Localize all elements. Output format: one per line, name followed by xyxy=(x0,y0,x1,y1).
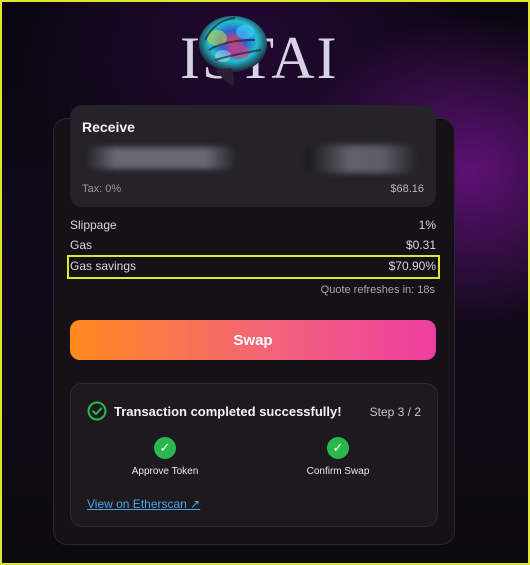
receive-amount-blurred xyxy=(86,147,236,169)
step-approve-token-label: Approve Token xyxy=(131,466,199,477)
receive-token-blurred[interactable] xyxy=(306,145,416,173)
transaction-status-panel: Transaction completed successfully! Step… xyxy=(70,383,438,527)
slippage-label: Slippage xyxy=(70,218,117,232)
swap-button[interactable]: Swap xyxy=(70,320,436,360)
etherscan-link[interactable]: View on Etherscan ↗ xyxy=(87,497,200,511)
gas-value: $0.31 xyxy=(405,238,436,252)
transaction-title: Transaction completed successfully! xyxy=(114,404,342,419)
slippage-value: 1% xyxy=(418,218,436,232)
gas-savings-highlight xyxy=(67,255,440,279)
gas-label: Gas xyxy=(70,238,93,252)
check-circle-icon xyxy=(87,401,107,421)
check-icon: ✓ xyxy=(327,437,349,459)
receive-panel: Receive Tax: 0% $68.16 xyxy=(70,105,436,207)
brain-logo-icon xyxy=(199,16,267,86)
receive-title: Receive xyxy=(82,119,135,135)
gas-row: Gas $0.31 xyxy=(70,238,436,256)
slippage-row: Slippage 1% xyxy=(70,218,436,236)
app-logo: ISTAI xyxy=(180,10,360,91)
step-indicator: Step 3 / 2 xyxy=(369,405,421,419)
quote-refresh-text: Quote refreshes in: 18s xyxy=(320,284,435,296)
step-confirm-swap-label: Confirm Swap xyxy=(306,466,370,477)
tax-label: Tax: 0% xyxy=(82,183,122,195)
check-icon: ✓ xyxy=(154,437,176,459)
receive-usd-value: $68.16 xyxy=(390,183,424,195)
